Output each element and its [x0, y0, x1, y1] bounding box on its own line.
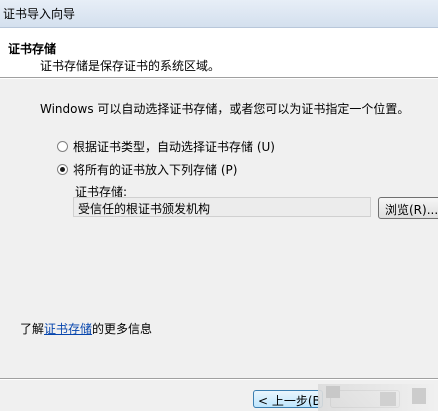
option-place-in-store[interactable]: 将所有的证书放入下列存储 (P) [57, 161, 237, 177]
learn-more: 了解证书存储的更多信息 [20, 320, 152, 337]
obscured-block [412, 388, 426, 404]
header-divider-highlight [0, 78, 438, 79]
option-auto-select[interactable]: 根据证书类型，自动选择证书存储 (U) [57, 138, 275, 154]
page-title: 证书存储 [8, 42, 57, 56]
option-auto-select-label[interactable]: 根据证书类型，自动选择证书存储 (U) [73, 138, 275, 155]
back-button[interactable]: < 上一步(B) [253, 390, 323, 408]
learn-suffix: 的更多信息 [92, 322, 153, 336]
store-field: 受信任的根证书颁发机构 [73, 197, 371, 217]
wizard-header: 证书存储 证书存储是保存证书的系统区域。 [0, 28, 438, 77]
obscured-block [326, 386, 340, 398]
option-place-in-store-label[interactable]: 将所有的证书放入下列存储 (P) [73, 161, 237, 178]
learn-prefix: 了解 [20, 322, 45, 336]
radio-button-selected[interactable] [57, 163, 68, 175]
intro-text: Windows 可以自动选择证书存储，或者您可以为证书指定一个位置。 [40, 102, 410, 116]
obscured-block [380, 392, 396, 406]
window-title: 证书导入向导 [3, 7, 76, 21]
title-bar: 证书导入向导 [0, 0, 438, 28]
page-description: 证书存储是保存证书的系统区域。 [40, 59, 221, 73]
footer-divider-highlight [0, 379, 438, 380]
radio-button[interactable] [57, 140, 68, 152]
learn-more-link[interactable]: 证书存储 [44, 322, 92, 336]
browse-button[interactable]: 浏览(R)... [378, 197, 438, 219]
